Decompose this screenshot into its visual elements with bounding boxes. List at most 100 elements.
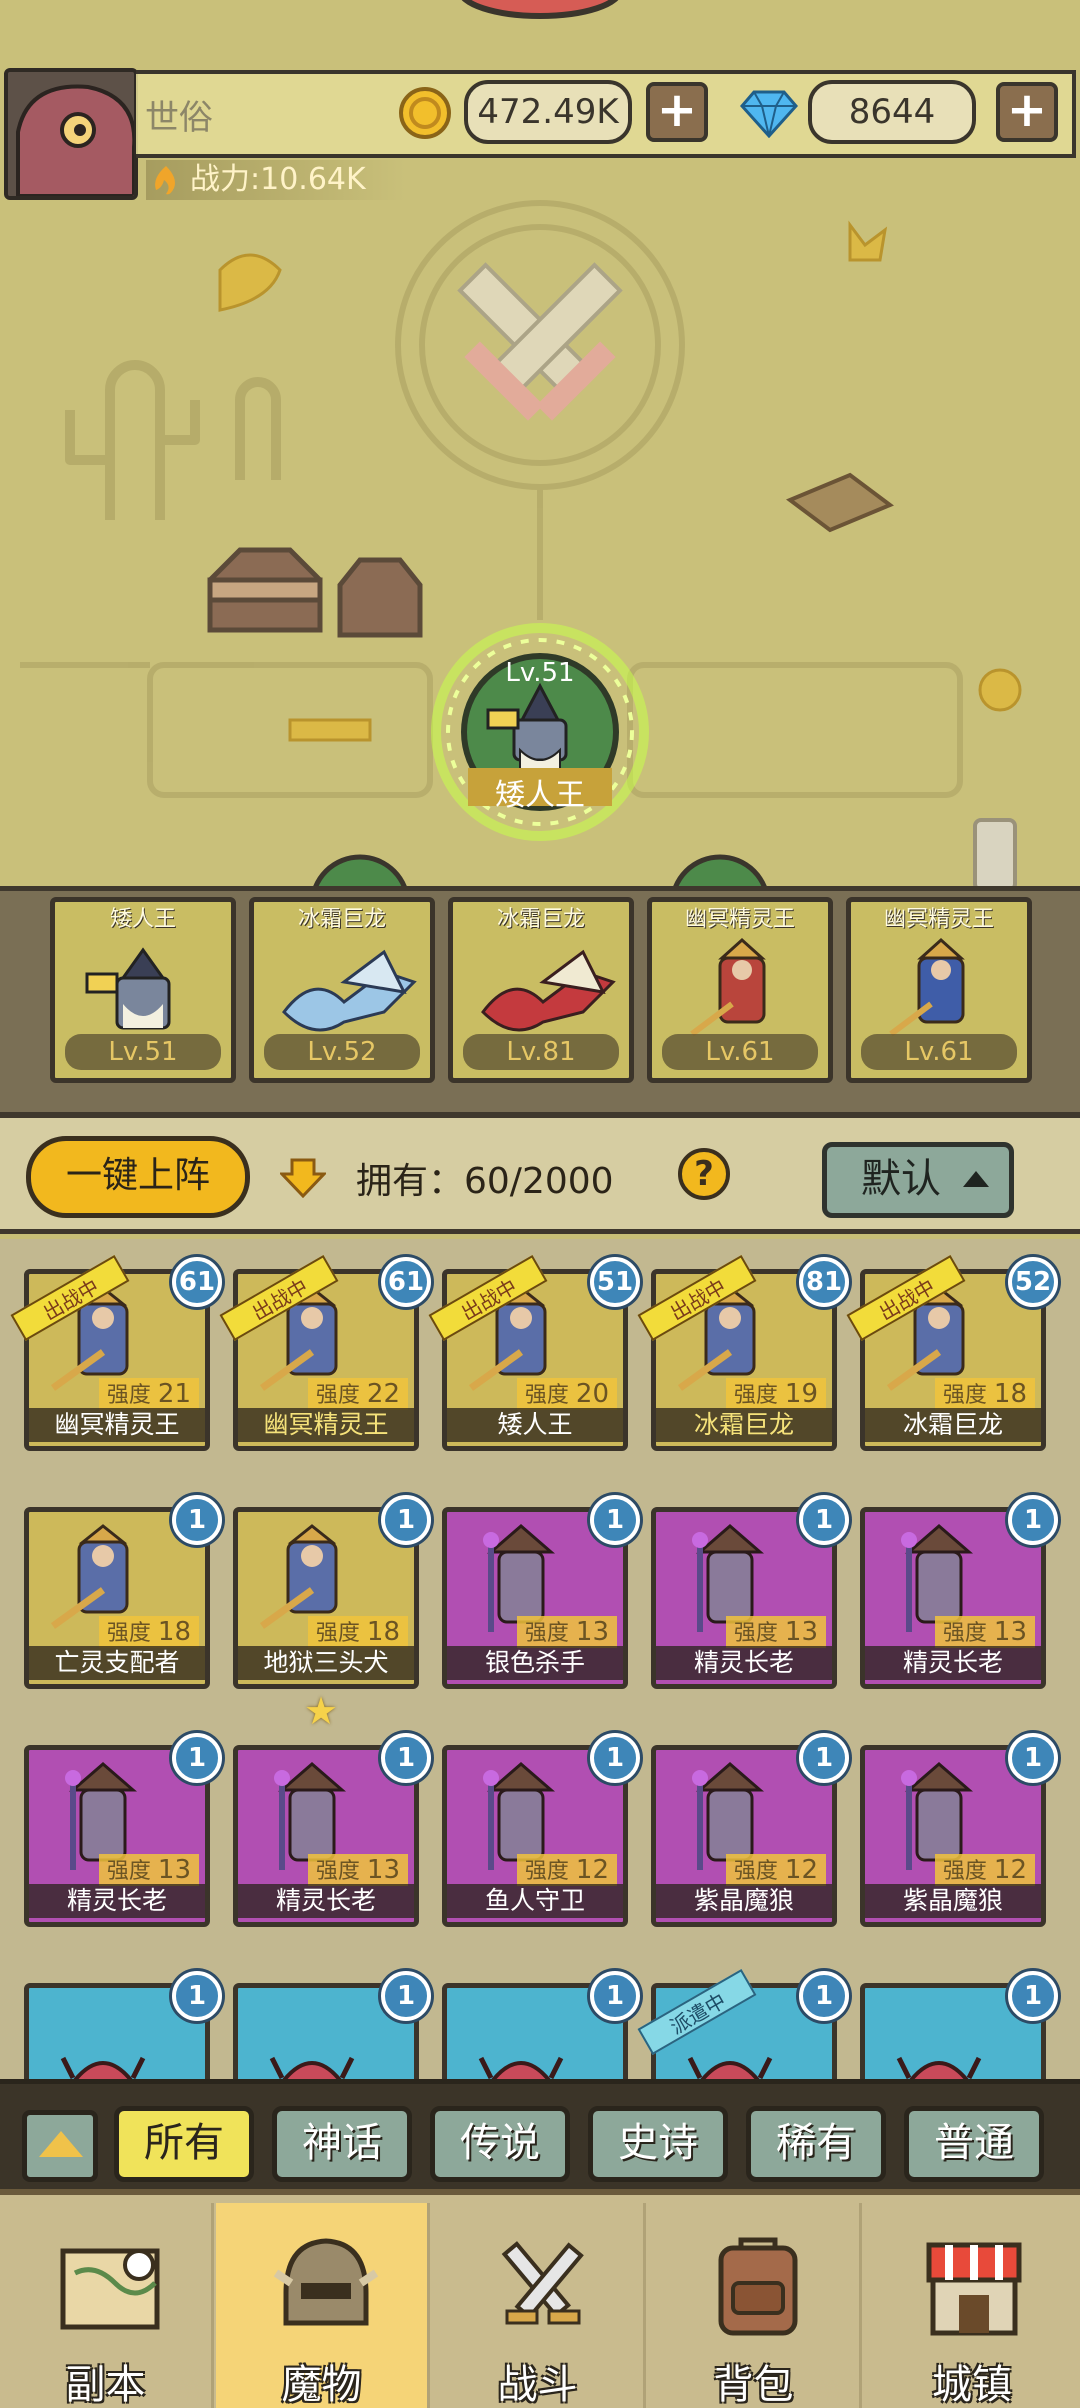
monster-card[interactable]: 强度 12 紫晶魔狼 1 <box>860 1733 1058 1931</box>
team-slot-4[interactable]: 幽冥精灵王 Lv.61 <box>647 897 833 1083</box>
strength-prefix: 强度 <box>106 1383 151 1408</box>
monster-name: 冰霜巨龙 <box>865 1408 1041 1442</box>
team-slot-1[interactable]: 矮人王 Lv.51 <box>50 897 236 1083</box>
strength-value: 13 <box>366 1855 400 1885</box>
strength-value: 22 <box>366 1379 400 1409</box>
gold-amount: 472.49K <box>464 80 632 144</box>
add-gems-button[interactable]: + <box>996 82 1058 142</box>
strength-tag: 强度 18 <box>98 1616 199 1648</box>
nav-battle[interactable]: 战斗 <box>432 2203 646 2408</box>
monster-name: 精灵长老 <box>29 1884 205 1918</box>
triangle-up-icon <box>39 2131 83 2157</box>
collapse-button[interactable] <box>22 2110 98 2182</box>
monster-name: 鱼人守卫 <box>447 1884 623 1918</box>
team-slot-level: Lv.81 <box>463 1034 619 1070</box>
strength-prefix: 强度 <box>733 1383 778 1408</box>
nav-backpack[interactable]: 背包 <box>648 2203 862 2408</box>
team-slot-name: 矮人王 <box>109 907 176 932</box>
battle-node[interactable]: Lv.51 矮人王 <box>428 620 652 844</box>
shop-icon <box>926 2242 1022 2336</box>
monster-card[interactable]: 1 <box>860 1971 1058 2079</box>
team-slot-name: 幽冥精灵王 <box>883 907 994 932</box>
team-slot-name: 冰霜巨龙 <box>297 907 386 932</box>
team-slot-3[interactable]: 冰霜巨龙 Lv.81 <box>448 897 634 1083</box>
star-icon: ★ <box>304 1689 339 1733</box>
level-badge: 1 <box>1008 1495 1058 1545</box>
strength-prefix: 强度 <box>315 1383 360 1408</box>
level-badge: 1 <box>172 1733 222 1783</box>
strength-tag: 强度 18 <box>307 1616 408 1648</box>
monster-card[interactable]: 强度 18 亡灵支配者 1 <box>24 1495 222 1693</box>
sort-dropdown[interactable]: 默认 <box>822 1142 1014 1218</box>
node-name: 矮人王 <box>495 778 585 813</box>
monster-name: 精灵长老 <box>238 1884 414 1918</box>
team-slot-2[interactable]: 冰霜巨龙 Lv.52 <box>249 897 435 1083</box>
strength-prefix: 强度 <box>315 1621 360 1646</box>
monster-card[interactable]: 强度 13 精灵长老 1 <box>233 1733 431 1931</box>
level-badge: 52 <box>1008 1257 1058 1307</box>
avatar[interactable] <box>4 68 138 200</box>
monster-card[interactable]: 1 <box>442 1971 640 2079</box>
monster-card[interactable]: 强度 13 精灵长老 1 <box>651 1495 849 1693</box>
monster-card[interactable]: 强度 19 冰霜巨龙 出战中 81 <box>637 1255 849 1455</box>
combat-power: 战力:10.64K <box>146 160 406 200</box>
level-badge: 1 <box>381 1495 431 1545</box>
strength-value: 13 <box>993 1617 1027 1647</box>
monster-card[interactable]: 强度 18 冰霜巨龙 出战中 52 <box>846 1255 1058 1455</box>
monster-card[interactable]: 1 <box>24 1971 222 2079</box>
monster-toolbar: 一键上阵 拥有：60/2000 ? 默认 <box>0 1118 1080 1234</box>
filter-tab-epic[interactable]: 史诗 <box>588 2106 728 2182</box>
strength-prefix: 强度 <box>733 1859 778 1884</box>
monster-name: 精灵长老 <box>656 1646 832 1680</box>
monster-card[interactable]: 强度 13 精灵长老 1 <box>860 1495 1058 1693</box>
add-gold-button[interactable]: + <box>646 82 708 142</box>
team-slot-name: 幽冥精灵王 <box>684 907 795 932</box>
strength-tag: 强度 12 <box>725 1854 826 1886</box>
monster-card[interactable]: 强度 21 幽冥精灵王 出战中 61 <box>10 1255 222 1455</box>
strength-tag: 强度 13 <box>725 1616 826 1648</box>
team-lineup: 矮人王 Lv.51 冰霜巨龙 Lv.52 冰霜巨龙 Lv.81 幽冥精灵王 Lv… <box>0 886 1080 1118</box>
bottom-navigation: 副本 魔物 战斗 背包 城镇 <box>0 2189 1080 2408</box>
team-slot-level: Lv.51 <box>65 1034 221 1070</box>
filter-tab-rare[interactable]: 稀有 <box>746 2106 886 2182</box>
strength-tag: 强度 13 <box>98 1854 199 1886</box>
monster-card[interactable]: 强度 12 紫晶魔狼 1 <box>651 1733 849 1931</box>
monster-grid[interactable]: 强度 21 幽冥精灵王 出战中 61 强度 22 幽冥精灵王 出战中 61 强度 20 矮人王 出战… <box>0 1239 1080 2079</box>
auto-deploy-button[interactable]: 一键上阵 <box>26 1136 250 1218</box>
help-icon[interactable]: ? <box>678 1148 730 1200</box>
monster-card[interactable]: 强度 22 幽冥精灵王 出战中 61 <box>219 1255 431 1455</box>
monster-name: 亡灵支配者 <box>29 1646 205 1680</box>
filter-tab-all[interactable]: 所有 <box>114 2106 254 2182</box>
strength-tag: 强度 22 <box>307 1378 408 1410</box>
level-badge: 1 <box>381 1971 431 2021</box>
owned-count: 拥有：60/2000 <box>356 1161 614 1202</box>
strength-value: 18 <box>366 1617 400 1647</box>
nav-monsters[interactable]: 魔物 <box>216 2203 430 2408</box>
team-slot-5[interactable]: 幽冥精灵王 Lv.61 <box>846 897 1032 1083</box>
monster-card[interactable]: 强度 13 精灵长老 1 <box>24 1733 222 1931</box>
arrow-down-icon <box>280 1158 326 1198</box>
monster-name: 精灵长老 <box>865 1646 1041 1680</box>
strength-tag: 强度 21 <box>98 1378 199 1410</box>
level-badge: 51 <box>590 1257 640 1307</box>
nav-town[interactable]: 城镇 <box>864 2203 1080 2408</box>
monster-name: 地狱三头犬 <box>238 1646 414 1680</box>
monster-card[interactable]: 强度 13 银色杀手 1 <box>442 1495 640 1693</box>
monster-card[interactable]: 强度 12 鱼人守卫 1 <box>442 1733 640 1931</box>
strength-value: 13 <box>157 1855 191 1885</box>
filter-tab-legendary[interactable]: 传说 <box>430 2106 570 2182</box>
monster-card[interactable]: 1 <box>233 1971 431 2079</box>
monster-card[interactable]: 强度 18 地狱三头犬 1 <box>233 1495 431 1693</box>
nav-label: 背包 <box>713 2362 794 2408</box>
monster-card[interactable]: 派遣中 1 <box>637 1969 849 2079</box>
level-badge: 1 <box>799 1971 849 2021</box>
monster-card[interactable]: 强度 20 矮人王 出战中 51 <box>428 1255 640 1455</box>
nav-dungeon[interactable]: 副本 <box>0 2203 214 2408</box>
filter-tab-mythic[interactable]: 神话 <box>272 2106 412 2182</box>
filter-tab-common[interactable]: 普通 <box>904 2106 1044 2182</box>
lizard-avatar-icon <box>8 72 134 196</box>
strength-prefix: 强度 <box>106 1859 151 1884</box>
strength-prefix: 强度 <box>106 1621 151 1646</box>
strength-tag: 强度 13 <box>516 1616 617 1648</box>
level-badge: 81 <box>799 1257 849 1307</box>
